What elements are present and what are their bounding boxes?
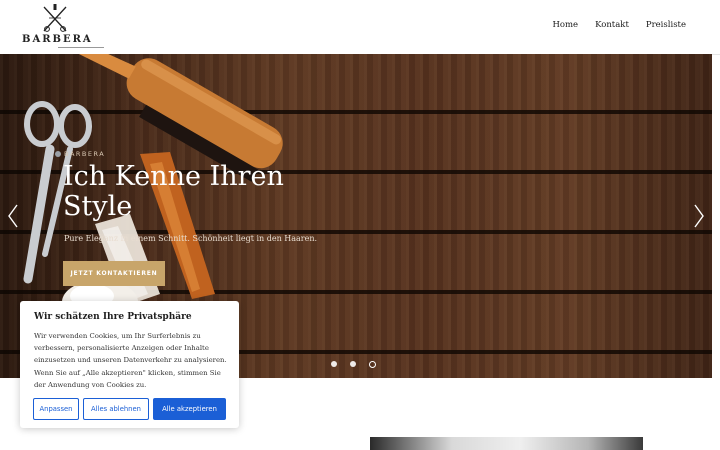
cookie-actions: Anpassen Alles ablehnen Alle akzeptieren <box>33 398 226 420</box>
cookie-consent-dialog: Wir schätzen Ihre Privatsphäre Wir verwe… <box>20 301 239 428</box>
cookie-customize-button[interactable]: Anpassen <box>33 398 79 420</box>
main-nav: Home Kontakt Preisliste <box>552 20 686 30</box>
cookie-reject-all-button[interactable]: Alles ablehnen <box>83 398 149 420</box>
barber-scissors-logo-icon <box>43 4 67 32</box>
logo[interactable]: BARBERA <box>22 4 104 50</box>
nav-kontakt[interactable]: Kontakt <box>595 20 629 30</box>
hero-eyebrow: BARBERA <box>64 150 106 158</box>
nav-preisliste[interactable]: Preisliste <box>646 20 686 30</box>
cookie-accept-all-button[interactable]: Alle akzeptieren <box>153 398 226 420</box>
hero-subtitle: Pure Eleganz in einem Schnitt. Schönheit… <box>64 234 318 243</box>
slider-prev-arrow-icon[interactable] <box>6 203 20 229</box>
slider-dot-1[interactable] <box>331 361 337 367</box>
section-photo <box>370 437 643 450</box>
cookie-title: Wir schätzen Ihre Privatsphäre <box>34 312 192 322</box>
cookie-text: Wir verwenden Cookies, um Ihr Surferlebn… <box>34 332 227 389</box>
slider-dot-2[interactable] <box>350 361 356 367</box>
nav-home[interactable]: Home <box>552 20 578 30</box>
slider-dots <box>331 361 376 368</box>
logo-text: BARBERA <box>22 34 93 45</box>
logo-tagline-rule <box>58 47 104 50</box>
slider-next-arrow-icon[interactable] <box>692 203 706 229</box>
site-header: BARBERA Home Kontakt Preisliste <box>0 0 720 55</box>
slider-dot-3[interactable] <box>369 361 376 368</box>
hero-title: Ich Kenne Ihren Style <box>63 161 284 222</box>
contact-now-button[interactable]: JETZT KONTAKTIEREN <box>63 261 165 286</box>
